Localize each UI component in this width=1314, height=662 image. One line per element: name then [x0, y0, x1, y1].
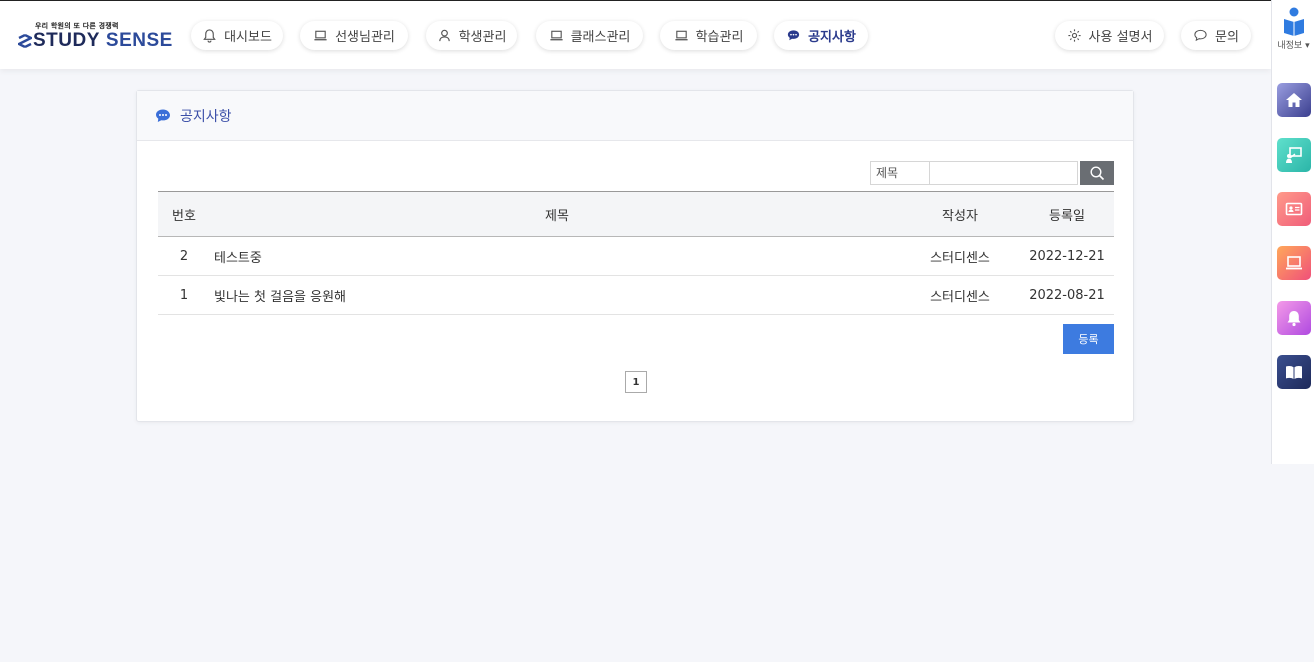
header-date: 등록일 — [1049, 208, 1085, 224]
rail-class-button[interactable] — [1277, 246, 1311, 280]
bell-icon — [203, 29, 216, 43]
table-row[interactable]: 1 빛나는 첫 걸음을 응원해 스터디센스 2022-08-21 — [158, 275, 1114, 315]
presentation-icon — [1286, 147, 1302, 163]
right-quick-rail: 내정보 ▾ — [1271, 0, 1314, 464]
nav-student-label: 학생관리 — [458, 30, 507, 45]
header-no: 번호 — [172, 208, 196, 224]
header-author: 작성자 — [942, 208, 978, 224]
logo-name-study: STUDY — [33, 30, 100, 51]
row-title-link[interactable]: 빛나는 첫 걸음을 응원해 — [210, 275, 900, 315]
nav-learning-management[interactable]: 학습관리 — [660, 21, 757, 50]
manual-button-label: 사용 설명서 — [1088, 30, 1153, 45]
nav-teacher-management[interactable]: 선생님관리 — [300, 21, 408, 50]
rail-student-button[interactable] — [1277, 192, 1311, 226]
row-no: 1 — [158, 275, 210, 315]
gear-icon — [1067, 29, 1081, 42]
user-book-icon — [1283, 7, 1304, 36]
rail-notice-button[interactable] — [1277, 301, 1311, 335]
nav-class-management[interactable]: 클래스관리 — [536, 21, 643, 50]
rail-home-button[interactable] — [1277, 83, 1311, 117]
manual-button[interactable]: 사용 설명서 — [1055, 21, 1164, 50]
row-author: 스터디센스 — [900, 236, 1020, 276]
notice-table: 번호 제목 작성자 등록일 2 테스트중 스터디센스 2022-12-21 1 … — [158, 191, 1114, 315]
logo[interactable]: 우리 학원의 또 다른 경쟁력 STUDY SENSE — [18, 21, 183, 55]
search-icon — [1090, 166, 1105, 181]
chat-bubble-icon — [787, 30, 800, 41]
rail-teacher-button[interactable] — [1277, 138, 1311, 172]
nav-dashboard-label: 대시보드 — [224, 30, 272, 45]
nav-dashboard[interactable]: 대시보드 — [191, 21, 283, 50]
card-header: 공지사항 — [137, 91, 1133, 141]
my-info-text: 내정보 — [1277, 41, 1303, 51]
chat-bubble-icon — [1194, 29, 1207, 42]
laptop-icon — [550, 30, 563, 41]
table-row[interactable]: 2 테스트중 스터디센스 2022-12-21 — [158, 236, 1114, 276]
row-no: 2 — [158, 236, 210, 276]
person-icon — [438, 29, 450, 42]
nav-student-management[interactable]: 학생관리 — [426, 21, 517, 50]
row-date: 2022-08-21 — [1020, 275, 1114, 315]
nav-learning-label: 학습관리 — [695, 30, 744, 45]
logo-s-icon — [18, 34, 32, 48]
table-header-row: 번호 제목 작성자 등록일 — [158, 191, 1114, 237]
page-title: 공지사항 — [180, 108, 232, 125]
top-header: 우리 학원의 또 다른 경쟁력 STUDY SENSE 대시보드 선생님관리 학… — [0, 0, 1271, 69]
my-info-label: 내정보 ▾ — [1272, 38, 1314, 51]
caret-down-icon: ▾ — [1305, 41, 1310, 51]
logo-wordmark: STUDY SENSE — [18, 30, 173, 52]
notice-board-card: 공지사항 제목 번호 제목 작성자 등록일 2 테스트중 스터디센스 2022-… — [136, 90, 1134, 422]
search-field-select[interactable]: 제목 — [870, 161, 930, 185]
search-input[interactable] — [930, 161, 1078, 185]
inquiry-button[interactable]: 문의 — [1181, 21, 1251, 50]
inquiry-button-label: 문의 — [1215, 30, 1239, 45]
laptop-icon — [314, 30, 327, 41]
register-button[interactable]: 등록 — [1063, 324, 1114, 354]
nav-notice[interactable]: 공지사항 — [774, 21, 868, 50]
my-info-menu[interactable]: 내정보 ▾ — [1272, 6, 1314, 51]
rail-manual-button[interactable] — [1277, 355, 1311, 389]
nav-notice-label: 공지사항 — [808, 30, 856, 45]
pagination-page-1[interactable]: 1 — [625, 371, 647, 393]
laptop-icon — [1286, 256, 1302, 270]
row-author: 스터디센스 — [900, 275, 1020, 315]
row-title-link[interactable]: 테스트중 — [210, 236, 900, 276]
book-icon — [1286, 365, 1302, 379]
bell-icon — [1287, 311, 1301, 327]
home-icon — [1286, 93, 1302, 107]
search-bar: 제목 — [870, 161, 1114, 186]
search-button[interactable] — [1080, 161, 1114, 185]
nav-teacher-label: 선생님관리 — [335, 30, 395, 45]
logo-name-sense: SENSE — [105, 30, 173, 51]
row-date: 2022-12-21 — [1020, 236, 1114, 276]
chat-bubble-icon — [156, 109, 170, 122]
nav-class-label: 클래스관리 — [570, 30, 631, 45]
laptop-icon — [674, 30, 688, 41]
header-title: 제목 — [545, 208, 569, 224]
id-card-icon — [1285, 202, 1303, 216]
